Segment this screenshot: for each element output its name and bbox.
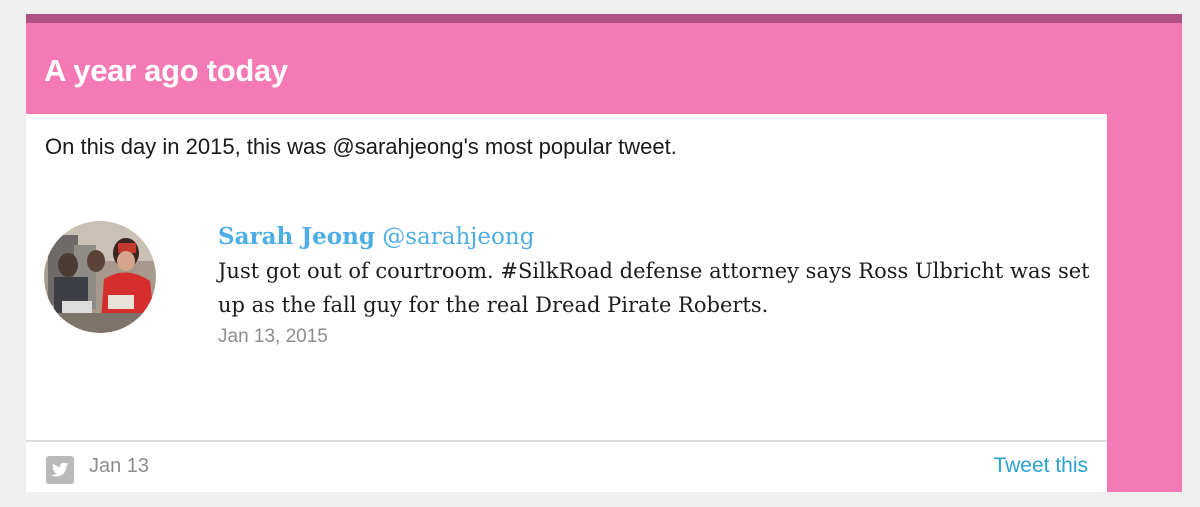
footer-date: Jan 13 [89,455,150,477]
card-title: A year ago today [44,53,288,88]
tweet-date[interactable]: Jan 13, 2015 [218,325,1098,349]
tweet: Sarah Jeong @sarahjeong Just got out of … [218,222,1098,349]
intro-text: On this day in 2015, this was @sarahjeon… [45,134,677,159]
year-ago-card: A year ago today On this day in 2015, th… [26,14,1182,492]
tweet-header: Sarah Jeong @sarahjeong [218,222,1098,252]
card-footer: Jan 13 Tweet this [26,440,1107,492]
twitter-icon [46,456,74,484]
tweet-author-handle[interactable]: @sarahjeong [382,224,534,250]
avatar[interactable] [44,221,156,333]
tweet-author-name[interactable]: Sarah Jeong [218,223,375,250]
tweet-this-link[interactable]: Tweet this [993,454,1088,478]
card-content-panel: On this day in 2015, this was @sarahjeon… [26,114,1107,492]
tweet-text: Just got out of courtroom. #SilkRoad def… [218,259,1090,317]
